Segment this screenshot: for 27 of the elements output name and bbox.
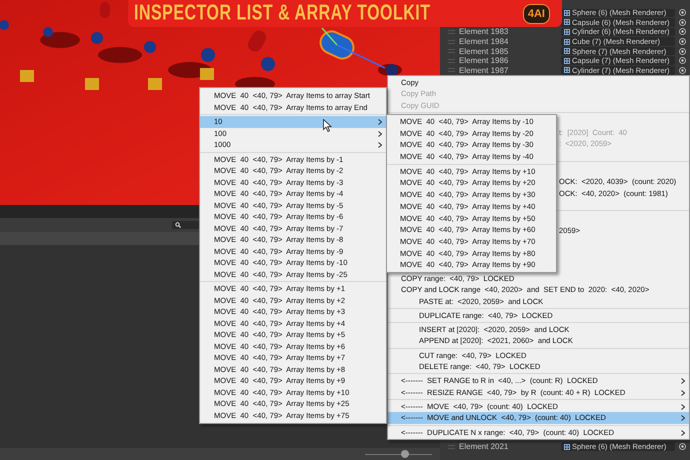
banner-title: INSPECTOR LIST & ARRAY TOOLKIT	[134, 1, 431, 26]
search-icon	[175, 222, 181, 228]
drag-handle-icon[interactable]	[448, 30, 455, 34]
element-label: Element 2021	[459, 442, 510, 452]
drag-handle-icon[interactable]	[448, 58, 455, 63]
logo: 4AI	[522, 4, 550, 24]
element-label: Element 1987	[459, 66, 510, 75]
drag-handle-icon[interactable]	[448, 68, 455, 72]
mouse-cursor-icon	[323, 119, 332, 132]
element-label: Element 1985	[459, 46, 510, 56]
drag-handle-icon[interactable]	[448, 40, 455, 44]
zoom-slider[interactable]	[365, 450, 432, 458]
mesh-icon	[564, 67, 570, 74]
element-label: Element 1986	[459, 56, 510, 66]
target-icon[interactable]	[679, 443, 686, 450]
drag-handle-icon[interactable]	[448, 49, 455, 54]
mesh-icon	[564, 28, 570, 35]
mesh-icon	[564, 38, 570, 45]
mesh-icon	[564, 10, 570, 16]
mesh-icon	[564, 19, 570, 26]
element-label: Element 1984	[459, 37, 510, 46]
mesh-icon	[564, 48, 570, 54]
chevron-icon	[681, 430, 685, 436]
mesh-icon	[564, 444, 570, 450]
element-label: Element 1983	[459, 27, 510, 36]
drag-handle-icon[interactable]	[448, 444, 455, 449]
mesh-icon	[564, 58, 570, 64]
